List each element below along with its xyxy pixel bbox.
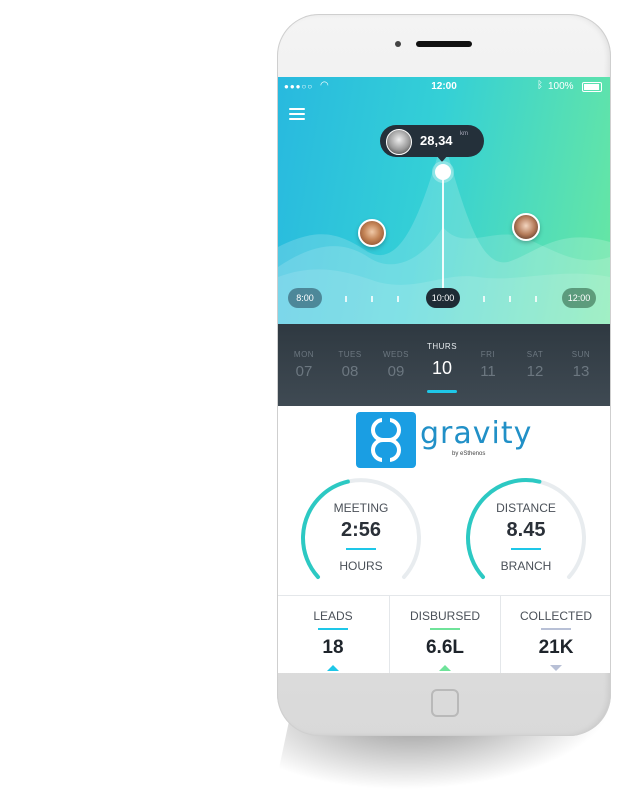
gauge-value: 8.45 (506, 519, 546, 541)
hamburger-menu-icon[interactable] (289, 108, 305, 120)
stat-value: 6.6L (425, 637, 465, 658)
axis-tick (371, 296, 373, 302)
bluetooth-icon: ᛒ (537, 80, 543, 91)
agent-avatar-left[interactable] (358, 219, 386, 247)
stat-value: 21K (538, 637, 574, 658)
day-number: 11 (480, 363, 496, 380)
trend-up-icon (439, 665, 451, 671)
day-selector: MON 07 TUES 08 WEDS 09 THURS 10 FRI 11 S… (278, 324, 610, 406)
time-cursor-handle[interactable] (435, 164, 451, 180)
gauge-label: DISTANCE (496, 501, 556, 515)
earpiece-speaker (416, 41, 472, 47)
gravity-logo: gravity by eSthenos (356, 412, 531, 468)
gauge-label: MEETING (333, 501, 389, 515)
trend-down-icon (550, 665, 562, 671)
gauge-unit: HOURS (339, 559, 383, 573)
stat-underline (318, 628, 348, 630)
home-button[interactable] (431, 689, 459, 717)
agent-avatar-right[interactable] (512, 213, 540, 241)
day-name: FRI (480, 350, 496, 359)
day-name: THURS (426, 342, 458, 351)
stat-label: DISBURSED (409, 609, 480, 623)
day-number: 10 (431, 358, 453, 378)
day-number: 12 (526, 363, 544, 380)
stat-underline (430, 628, 460, 630)
gauge-unit: BRANCH (500, 559, 552, 573)
front-camera (395, 41, 401, 47)
tooltip-value: 28,34 (420, 133, 453, 148)
stat-disbursed[interactable]: DISBURSED 6.6L (389, 596, 500, 673)
day-name: SAT (526, 350, 544, 359)
day-number: 09 (387, 363, 405, 380)
battery-percent: 100% (548, 81, 574, 92)
meeting-gauge: MEETING 2:56 HOURS (296, 473, 426, 588)
time-start-pill[interactable]: 8:00 (288, 288, 322, 308)
stats-row: LEADS 18 DISBURSED 6.6L COLLECTED 21K (278, 595, 610, 673)
gauge-value: 2:56 (340, 519, 382, 541)
stat-label: COLLECTED (519, 609, 593, 623)
stat-label: LEADS (313, 609, 353, 623)
day-name: WEDS (383, 350, 409, 359)
time-current-pill[interactable]: 10:00 (426, 288, 460, 308)
axis-tick (509, 296, 511, 302)
time-axis: 8:00 10:00 12:00 (278, 288, 610, 310)
status-bar: ●●●○○ ◠ 12:00 ᛒ 100% (278, 77, 610, 97)
activity-waves (278, 137, 610, 324)
trend-up-icon (327, 665, 339, 671)
activity-chart-panel: ●●●○○ ◠ 12:00 ᛒ 100% 28,34 km 8:00 10:00… (278, 77, 610, 324)
user-avatar (386, 129, 412, 155)
gravity-logo-mark (356, 412, 416, 468)
phone-frame: ●●●○○ ◠ 12:00 ᛒ 100% 28,34 km 8:00 10:00… (277, 14, 611, 736)
day-number: 13 (572, 363, 590, 380)
logo-wordmark: gravity (420, 416, 533, 451)
axis-tick (483, 296, 485, 302)
logo-byline: by eSthenos (452, 451, 486, 457)
time-cursor-line (442, 173, 444, 298)
stat-collected[interactable]: COLLECTED 21K (500, 596, 610, 673)
distance-gauge: DISTANCE 8.45 BRANCH (461, 473, 591, 588)
distance-tooltip: 28,34 km (380, 125, 484, 162)
battery-icon (582, 82, 602, 92)
stat-value: 18 (322, 637, 344, 658)
day-name: MON (293, 350, 315, 359)
tooltip-unit: km (460, 131, 468, 137)
day-number: 07 (295, 363, 313, 380)
axis-tick (535, 296, 537, 302)
day-name: SUN (571, 350, 591, 359)
app-screen: ●●●○○ ◠ 12:00 ᛒ 100% 28,34 km 8:00 10:00… (278, 77, 610, 673)
time-end-pill[interactable]: 12:00 (562, 288, 596, 308)
stat-underline (541, 628, 571, 630)
day-name: TUES (338, 350, 362, 359)
gauge-divider (346, 548, 376, 550)
day-number: 08 (341, 363, 359, 380)
stat-leads[interactable]: LEADS 18 (278, 596, 388, 673)
axis-tick (397, 296, 399, 302)
gauge-divider (511, 548, 541, 550)
axis-tick (345, 296, 347, 302)
